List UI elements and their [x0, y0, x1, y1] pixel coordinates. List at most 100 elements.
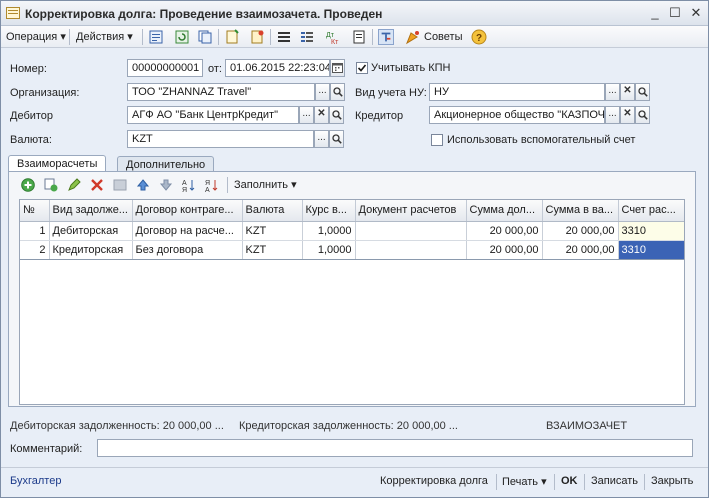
column-header[interactable]: Вид задолже... [49, 200, 133, 222]
svg-text:А: А [205, 187, 210, 192]
edit-row-icon[interactable] [67, 178, 81, 192]
column-header[interactable]: Договор контраге... [132, 200, 243, 222]
debt-type-cell[interactable]: Дебиторская [49, 221, 133, 241]
move-down-icon[interactable] [159, 178, 173, 192]
column-header[interactable]: Курс в... [302, 200, 356, 222]
settlements-table[interactable]: № Вид задолже... Договор контраге... Вал… [19, 199, 685, 405]
currency-search-button[interactable] [329, 130, 344, 148]
table-row[interactable]: 2 Кредиторская Без договора KZT 1,0000 2… [20, 240, 684, 260]
add-row-icon[interactable] [21, 178, 35, 192]
actions-menu[interactable]: Действия ▾ [76, 29, 133, 45]
debit-credit-icon[interactable]: ДтКт [325, 29, 341, 45]
comment-field[interactable] [97, 439, 693, 457]
move-up-icon[interactable] [136, 178, 150, 192]
delete-row-icon[interactable] [90, 178, 104, 192]
nu-clear-button[interactable]: ✕ [620, 83, 635, 101]
operation-menu[interactable]: Операция ▾ [6, 29, 66, 45]
chevron-down-icon: ▾ [127, 31, 133, 43]
post-document-icon[interactable] [148, 29, 164, 45]
row-number-cell[interactable]: 1 [20, 221, 50, 241]
settlement-document-cell[interactable] [355, 240, 467, 260]
close-window-button[interactable]: ✕ [687, 5, 705, 21]
help-icon[interactable]: ? [471, 29, 487, 45]
list-icon[interactable] [276, 29, 292, 45]
number-field[interactable]: 00000000001 [127, 59, 203, 77]
register-icon[interactable] [299, 29, 315, 45]
close-button[interactable]: Закрыть [651, 475, 693, 487]
tab-settlements[interactable]: Взаиморасчеты [8, 155, 107, 172]
ok-button[interactable]: OK [561, 475, 578, 487]
svg-text:?: ? [476, 33, 482, 44]
settlement-account-cell[interactable]: 3310 [618, 221, 684, 241]
currency-select-button[interactable]: ... [314, 130, 329, 148]
debtor-search-button[interactable] [329, 106, 344, 124]
nu-select-button[interactable]: ... [605, 83, 620, 101]
tips-icon [405, 31, 419, 45]
maximize-button[interactable]: ☐ [666, 5, 684, 21]
debt-type-cell[interactable]: Кредиторская [49, 240, 133, 260]
minimize-button[interactable]: _ [646, 5, 664, 21]
number-label: Номер: [10, 63, 47, 75]
grid-toolbar: АЯ ЯА Заполнить ▾ [9, 172, 695, 198]
column-header[interactable]: Валюта [242, 200, 303, 222]
correction-print-button[interactable]: Корректировка долга [380, 475, 488, 487]
organization-search-button[interactable] [330, 83, 345, 101]
kpn-checkbox[interactable] [356, 62, 368, 74]
structure-icon[interactable] [378, 29, 394, 45]
table-row[interactable]: 1 Дебиторская Договор на расче... KZT 1,… [20, 221, 684, 241]
nu-accounting-field[interactable]: НУ [429, 83, 605, 101]
aux-account-checkbox[interactable] [431, 134, 443, 146]
settlement-document-cell[interactable] [355, 221, 467, 241]
rate-cell[interactable]: 1,0000 [302, 240, 356, 260]
copy-row-icon[interactable] [44, 178, 58, 192]
row-number-cell[interactable]: 2 [20, 240, 50, 260]
debt-amount-cell[interactable]: 20 000,00 [466, 221, 543, 241]
svg-text:Кт: Кт [331, 39, 339, 45]
column-header[interactable]: № [20, 200, 50, 222]
calendar-button[interactable] [330, 59, 345, 77]
organization-field[interactable]: ТОО "ZHANNAZ Travel" [127, 83, 315, 101]
table-header-row: № Вид задолже... Договор контраге... Вал… [20, 200, 684, 222]
sort-descending-icon[interactable]: ЯА [205, 178, 219, 192]
rate-cell[interactable]: 1,0000 [302, 221, 356, 241]
organization-select-button[interactable]: ... [315, 83, 330, 101]
creditor-field[interactable]: Акционерное общество "КАЗПОЧ [429, 106, 605, 124]
column-header[interactable]: Сумма дол... [466, 200, 543, 222]
creditor-search-button[interactable] [635, 106, 650, 124]
debt-amount-cell[interactable]: 20 000,00 [466, 240, 543, 260]
debtor-field[interactable]: АГФ АО "Банк ЦентрКредит" [127, 106, 299, 124]
currency-cell[interactable]: KZT [242, 240, 303, 260]
contract-cell[interactable]: Договор на расче... [132, 221, 243, 241]
fill-menu[interactable]: Заполнить ▾ [234, 177, 297, 193]
document-structure-icon[interactable] [249, 29, 265, 45]
creditor-clear-button[interactable]: ✕ [620, 106, 635, 124]
svg-text:Я: Я [205, 180, 210, 187]
date-field[interactable]: 01.06.2015 22:23:04 [225, 59, 330, 77]
column-header[interactable]: Документ расчетов [355, 200, 467, 222]
currency-cell[interactable]: KZT [242, 221, 303, 241]
contract-cell[interactable]: Без договора [132, 240, 243, 260]
date-from-label: от: [208, 63, 222, 75]
currency-amount-cell[interactable]: 20 000,00 [542, 221, 619, 241]
print-menu[interactable]: Печать ▾ [502, 475, 547, 488]
currency-amount-cell[interactable]: 20 000,00 [542, 240, 619, 260]
end-edit-icon[interactable] [113, 178, 127, 192]
debtor-select-button[interactable]: ... [299, 106, 314, 124]
nu-search-button[interactable] [635, 83, 650, 101]
creditor-select-button[interactable]: ... [605, 106, 620, 124]
magnifier-icon [637, 87, 648, 97]
sort-ascending-icon[interactable]: АЯ [182, 178, 196, 192]
column-header[interactable]: Счет рас... [618, 200, 684, 222]
refresh-icon[interactable] [174, 29, 190, 45]
report-icon[interactable] [351, 29, 367, 45]
currency-field[interactable]: KZT [127, 130, 314, 148]
debtor-clear-button[interactable]: ✕ [314, 106, 329, 124]
user-link[interactable]: Бухгалтер [10, 475, 61, 487]
save-button[interactable]: Записать [591, 475, 638, 487]
tips-button[interactable]: Советы [424, 29, 462, 45]
column-header[interactable]: Сумма в ва... [542, 200, 619, 222]
title-bar: Корректировка долга: Проведение взаимоза… [1, 1, 708, 26]
new-document-icon[interactable] [224, 29, 240, 45]
settlement-account-cell[interactable]: 3310 [618, 240, 684, 260]
copy-icon[interactable] [197, 29, 213, 45]
